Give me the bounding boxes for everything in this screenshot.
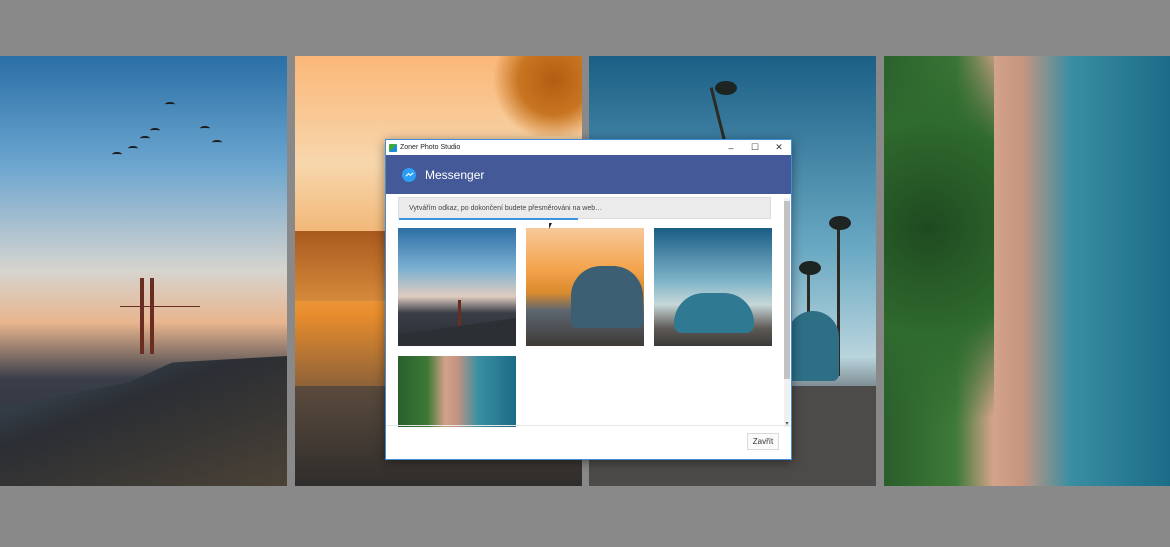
thumbnail-sunset-road[interactable] — [526, 228, 644, 346]
forest-shape — [884, 56, 994, 486]
messenger-bolt-icon — [405, 172, 413, 177]
tree-foliage — [487, 56, 582, 136]
window-title: Zoner Photo Studio — [400, 144, 461, 151]
scrollbar[interactable]: ▾ — [784, 198, 790, 427]
window-controls: – ☐ ✕ — [719, 140, 791, 155]
scrollbar-thumb[interactable] — [784, 201, 790, 379]
messenger-icon — [402, 167, 416, 182]
palm-top — [715, 81, 737, 95]
cliff-shape — [0, 356, 287, 486]
bird-shape — [128, 146, 138, 151]
car-shape — [674, 293, 754, 333]
thumbnail-coastline[interactable] — [398, 356, 516, 427]
dialog-title: Messenger — [425, 167, 485, 182]
mouse-cursor-icon — [549, 223, 552, 229]
background-photo-golden-gate — [0, 56, 287, 486]
dialog-footer: Zavřít — [386, 425, 791, 459]
bird-shape — [212, 140, 222, 145]
share-dialog-window: Zoner Photo Studio – ☐ ✕ Messenger Vytvá… — [385, 139, 792, 460]
thumbnail-golden-gate[interactable] — [398, 228, 516, 346]
bridge-tower — [140, 278, 144, 354]
zoner-app-icon — [389, 143, 397, 152]
bridge-tower — [150, 278, 154, 354]
maximize-button[interactable]: ☐ — [743, 140, 767, 155]
cliff-shape — [398, 318, 516, 346]
car-shape — [787, 311, 839, 381]
bird-shape — [165, 102, 175, 107]
bridge-cable — [120, 306, 200, 307]
dialog-header: Messenger — [386, 155, 791, 194]
title-bar: Zoner Photo Studio – ☐ ✕ — [386, 140, 791, 155]
progress-bar — [399, 218, 579, 220]
palm-top — [829, 216, 851, 230]
bird-shape — [150, 128, 160, 133]
progress-status: Vytvářím odkaz, po dokončení budete přes… — [398, 197, 771, 219]
background-photo-coastline — [884, 56, 1170, 486]
palm-top — [799, 261, 821, 275]
minimize-button[interactable]: – — [719, 140, 743, 155]
thumbnail-vintage-car[interactable] — [654, 228, 772, 346]
bird-shape — [200, 126, 210, 131]
bird-shape — [112, 152, 122, 157]
close-button[interactable]: Zavřít — [747, 433, 779, 450]
bird-shape — [140, 136, 150, 141]
dialog-content: Vytvářím odkaz, po dokončení budete přes… — [386, 194, 783, 427]
progress-message: Vytvářím odkaz, po dokončení budete přes… — [409, 204, 603, 212]
close-window-button[interactable]: ✕ — [767, 140, 791, 155]
car-shape — [571, 266, 643, 328]
